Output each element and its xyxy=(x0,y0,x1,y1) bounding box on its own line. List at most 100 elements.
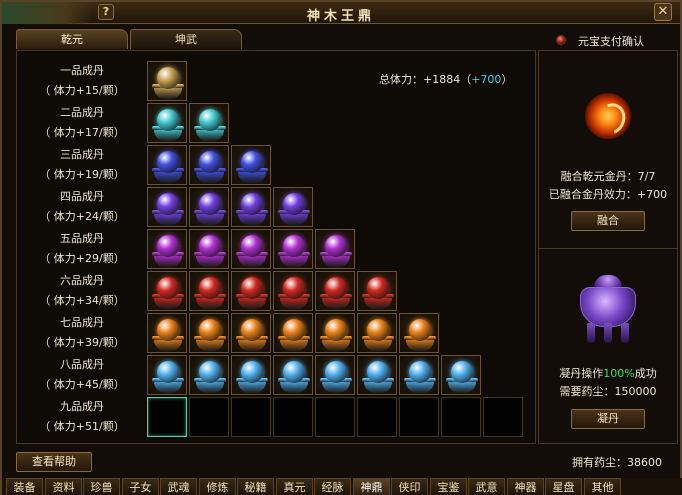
grade-name: 七品成丹 xyxy=(60,316,104,329)
pill-icon xyxy=(451,361,473,383)
grade-bonus: （ 体力+15/颗） xyxy=(39,84,125,97)
payment-confirm-toggle[interactable]: 元宝支付确认 xyxy=(556,33,666,48)
pill-slot[interactable] xyxy=(273,355,313,395)
payment-confirm-label: 元宝支付确认 xyxy=(578,35,644,48)
empty-pill-slot[interactable] xyxy=(483,397,523,437)
empty-pill-slot[interactable] xyxy=(273,397,313,437)
pill-slot[interactable] xyxy=(315,271,355,311)
empty-pill-slot[interactable] xyxy=(399,397,439,437)
pill-icon xyxy=(367,361,389,383)
pill-slot[interactable] xyxy=(147,355,187,395)
pill-icon xyxy=(199,235,221,257)
bottom-tab[interactable]: 修炼 xyxy=(199,478,236,495)
tab-kunwu[interactable]: 坤武 xyxy=(130,29,242,49)
grade-bonus: （ 体力+24/颗） xyxy=(39,210,125,223)
grade-name: 九品成丹 xyxy=(60,400,104,413)
grade-name: 三品成丹 xyxy=(60,148,104,161)
pill-slot[interactable] xyxy=(147,313,187,353)
bottom-tab[interactable]: 资料 xyxy=(45,478,82,495)
bottom-tab[interactable]: 子女 xyxy=(122,478,159,495)
empty-pill-slot[interactable] xyxy=(441,397,481,437)
pill-slot[interactable] xyxy=(189,313,229,353)
pill-slot[interactable] xyxy=(315,313,355,353)
pill-icon xyxy=(325,361,347,383)
pill-slot[interactable] xyxy=(147,145,187,185)
empty-pill-slot[interactable] xyxy=(357,397,397,437)
bottom-tab[interactable]: 秘籍 xyxy=(237,478,274,495)
pill-grid-panel: 总体力：+1884（+700） 一品成丹 （ 体力+15/颗） 二品成丹 （ 体力+1… xyxy=(16,50,536,444)
pill-slot[interactable] xyxy=(147,187,187,227)
empty-pill-slot[interactable] xyxy=(189,397,229,437)
pill-icon xyxy=(367,277,389,299)
pill-slot[interactable] xyxy=(189,187,229,227)
game-window: ? 神木王鼎 ✕ 乾元 坤武 元宝支付确认 总体力：+1884（+700） 一品… xyxy=(0,0,682,495)
condense-op-prefix: 凝丹操作 xyxy=(559,367,604,380)
pill-slot[interactable] xyxy=(147,271,187,311)
pill-slot[interactable] xyxy=(189,145,229,185)
pill-slot[interactable] xyxy=(273,313,313,353)
pill-slot[interactable] xyxy=(189,103,229,143)
pill-slot[interactable] xyxy=(147,103,187,143)
pill-slot[interactable] xyxy=(189,229,229,269)
bottom-tab[interactable]: 真元 xyxy=(276,478,313,495)
stamina-suffix: ） xyxy=(501,73,513,86)
pill-slot[interactable] xyxy=(273,187,313,227)
pill-icon xyxy=(283,361,305,383)
bottom-tab[interactable]: 其他 xyxy=(584,478,621,495)
pill-slot[interactable] xyxy=(231,271,271,311)
bottom-tab[interactable]: 侠印 xyxy=(391,478,428,495)
pill-icon xyxy=(241,277,263,299)
close-icon[interactable]: ✕ xyxy=(654,3,672,21)
pill-slot[interactable] xyxy=(231,229,271,269)
owned-dust: 拥有药尘：38600 xyxy=(572,456,662,469)
condense-op-suffix: 成功 xyxy=(634,367,657,380)
pill-icon xyxy=(199,193,221,215)
fuse-button[interactable]: 融合 xyxy=(571,211,645,231)
pill-slot[interactable] xyxy=(399,313,439,353)
pill-slot[interactable] xyxy=(441,355,481,395)
pill-slot[interactable] xyxy=(231,313,271,353)
grade-bonus: （ 体力+39/颗） xyxy=(39,336,125,349)
pill-icon xyxy=(283,193,305,215)
bottom-tab[interactable]: 神器 xyxy=(507,478,544,495)
bottom-tab[interactable]: 星盘 xyxy=(545,478,582,495)
pill-slot[interactable] xyxy=(357,271,397,311)
empty-pill-slot[interactable] xyxy=(147,397,187,437)
tab-qianyuan[interactable]: 乾元 xyxy=(16,29,128,49)
pill-slot[interactable] xyxy=(357,355,397,395)
pill-slot[interactable] xyxy=(189,355,229,395)
pill-slot[interactable] xyxy=(399,355,439,395)
pill-icon xyxy=(241,235,263,257)
pill-slot[interactable] xyxy=(231,187,271,227)
pill-slot[interactable] xyxy=(147,61,187,101)
condense-button[interactable]: 凝丹 xyxy=(571,409,645,429)
pill-icon xyxy=(199,109,221,131)
bottom-tab[interactable]: 珍兽 xyxy=(83,478,120,495)
total-stamina: 总体力：+1884（+700） xyxy=(379,71,512,87)
title-bar[interactable]: ? 神木王鼎 ✕ xyxy=(2,2,680,24)
cauldron-body xyxy=(580,287,636,327)
radio-dot-icon[interactable] xyxy=(556,35,566,45)
bottom-tab[interactable]: 武魂 xyxy=(160,478,197,495)
bottom-tab[interactable]: 武意 xyxy=(468,478,505,495)
pill-slot[interactable] xyxy=(273,271,313,311)
pill-slot[interactable] xyxy=(315,229,355,269)
pill-slot[interactable] xyxy=(231,145,271,185)
pill-slot[interactable] xyxy=(231,355,271,395)
bottom-tab[interactable]: 装备 xyxy=(6,478,43,495)
empty-pill-slot[interactable] xyxy=(315,397,355,437)
bottom-tab[interactable]: 神鼎 xyxy=(353,478,390,495)
pill-slot[interactable] xyxy=(189,271,229,311)
view-help-button[interactable]: 查看帮助 xyxy=(16,452,92,472)
pill-slot[interactable] xyxy=(357,313,397,353)
pill-slot[interactable] xyxy=(147,229,187,269)
bottom-tab[interactable]: 宝鉴 xyxy=(430,478,467,495)
bottom-tab[interactable]: 经脉 xyxy=(314,478,351,495)
pill-icon xyxy=(157,67,179,89)
pill-slot[interactable] xyxy=(273,229,313,269)
pill-icon xyxy=(199,319,221,341)
empty-pill-slot[interactable] xyxy=(231,397,271,437)
pill-icon xyxy=(199,277,221,299)
pill-slot[interactable] xyxy=(315,355,355,395)
pill-icon xyxy=(157,235,179,257)
